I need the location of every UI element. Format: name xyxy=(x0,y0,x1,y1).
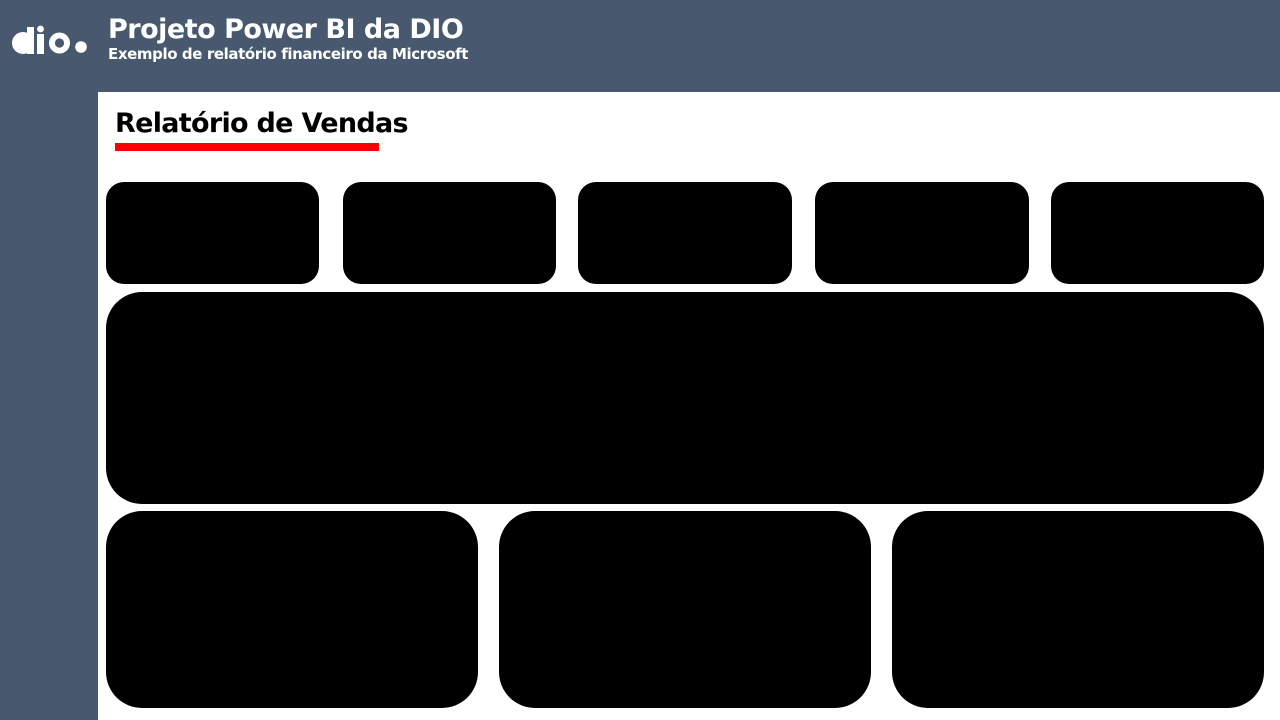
kpi-card-placeholder-5[interactable] xyxy=(1051,182,1264,284)
kpi-card-placeholder-4[interactable] xyxy=(815,182,1029,284)
app-title: Projeto Power BI da DIO xyxy=(108,14,464,45)
page-title: Relatório de Vendas xyxy=(115,108,409,139)
top-header-bar: Projeto Power BI da DIO Exemplo de relat… xyxy=(0,0,1280,92)
kpi-card-placeholder-1[interactable] xyxy=(106,182,319,284)
kpi-card-placeholder-2[interactable] xyxy=(343,182,556,284)
report-canvas: Relatório de Vendas xyxy=(98,92,1280,720)
bottom-visual-placeholder-3[interactable] xyxy=(892,511,1264,708)
main-visual-placeholder[interactable] xyxy=(106,292,1264,504)
dio-logo-icon xyxy=(12,25,87,54)
left-sidebar xyxy=(0,92,98,720)
title-underline xyxy=(115,143,379,151)
bottom-visual-placeholder-1[interactable] xyxy=(106,511,478,708)
bottom-visual-placeholder-2[interactable] xyxy=(499,511,871,708)
kpi-card-placeholder-3[interactable] xyxy=(578,182,792,284)
app-subtitle: Exemplo de relatório financeiro da Micro… xyxy=(108,45,468,63)
